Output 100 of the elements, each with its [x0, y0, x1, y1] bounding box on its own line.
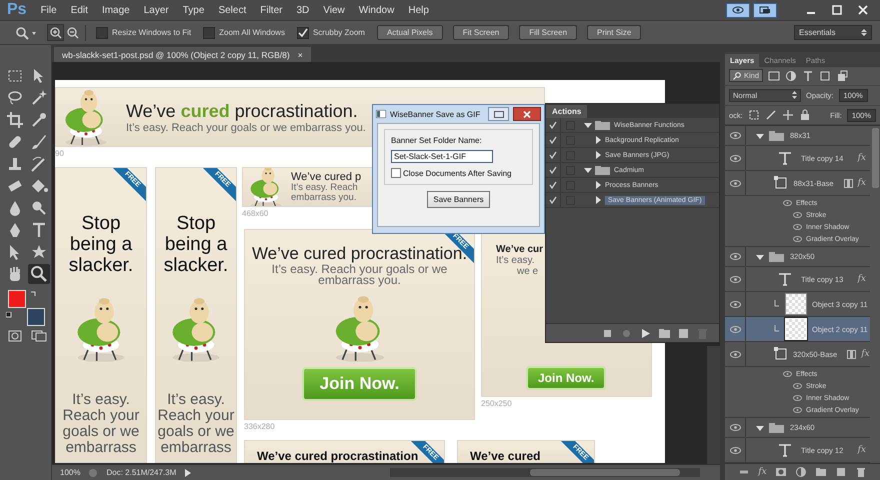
workspace-dropdown[interactable]: Essentials [794, 25, 872, 40]
expanded-triangle-icon[interactable] [756, 424, 764, 432]
checkbox[interactable] [296, 26, 309, 38]
folder-icon [769, 422, 785, 433]
arrange-button[interactable] [753, 2, 777, 18]
document-tab[interactable]: wb-slackk-set1-post.psd @ 100% (Object 2 copy 11, RGB/8) × [54, 47, 311, 62]
menu-item[interactable]: Edit [70, 4, 88, 16]
menu-item[interactable]: Window [358, 4, 394, 16]
dialog-title: WiseBanner Save as GIF [390, 110, 480, 118]
menu-item[interactable]: Help [408, 4, 429, 16]
add-style-button[interactable]: fx [758, 467, 767, 478]
adjustment-icon[interactable] [794, 466, 807, 478]
eye-icon [793, 212, 802, 218]
menu-item[interactable]: Layer [144, 4, 169, 16]
foreground-color-swatch[interactable] [8, 290, 26, 308]
background-color-swatch[interactable] [27, 308, 45, 326]
swap-colors-icon[interactable] [30, 290, 38, 298]
collapsed-triangle-icon[interactable] [594, 181, 602, 189]
expanded-triangle-icon[interactable] [584, 121, 592, 129]
check-icon[interactable] [548, 195, 558, 205]
option-button[interactable]: Actual Pixels [376, 25, 443, 40]
mask-link-icon [844, 178, 853, 188]
status-icon [88, 468, 98, 478]
expanded-triangle-icon[interactable] [756, 252, 764, 261]
close-button[interactable] [512, 107, 541, 121]
stepper-icon [861, 28, 867, 37]
restore-button[interactable] [488, 107, 509, 121]
new-item-icon[interactable] [677, 326, 690, 340]
save-banners-button[interactable]: Save Banners [427, 191, 490, 208]
menu-item[interactable]: 3D [296, 4, 310, 16]
play-icon[interactable] [184, 468, 192, 478]
check-icon[interactable] [548, 135, 558, 145]
lock-icon[interactable] [798, 109, 811, 122]
lock-pixels-icon[interactable] [748, 109, 760, 122]
eye-icon [730, 180, 740, 187]
menu-item[interactable]: Type [182, 4, 204, 16]
image-filter-icon[interactable] [768, 70, 780, 82]
text-layer-icon [778, 272, 792, 286]
folder-icon[interactable] [814, 466, 827, 478]
view-mode-button[interactable] [726, 2, 750, 18]
effects-indicator: fx [858, 153, 866, 164]
new-layer-icon[interactable] [834, 466, 847, 478]
collapsed-triangle-icon[interactable] [594, 196, 602, 204]
collapsed-triangle-icon[interactable] [594, 151, 602, 159]
tool-button[interactable] [4, 110, 26, 130]
zoom-in-button[interactable] [47, 24, 64, 41]
zoom-out-icon[interactable] [67, 26, 79, 38]
banner-subline: It’s easy. Reach your goals or we embarrass [62, 392, 140, 456]
collapsed-triangle-icon[interactable] [594, 136, 602, 144]
default-colors-icon[interactable] [6, 312, 14, 320]
menu-item[interactable]: Filter [260, 4, 282, 16]
expanded-triangle-icon[interactable] [756, 132, 764, 140]
zoom-icon[interactable] [15, 26, 29, 40]
expanded-triangle-icon[interactable] [584, 166, 592, 174]
lock-position-icon[interactable] [782, 109, 794, 122]
banner-headline: We’ve cured p [291, 171, 362, 183]
type-filter-icon[interactable] [802, 70, 814, 82]
eye-icon [730, 446, 740, 454]
quick-mask-icon[interactable] [8, 330, 22, 342]
check-icon[interactable] [548, 180, 558, 190]
check-icon[interactable] [548, 165, 558, 175]
menu-item[interactable]: Image [102, 4, 130, 16]
close-icon [522, 110, 531, 118]
tool-button[interactable] [28, 264, 50, 284]
screen-mode-icon[interactable] [31, 330, 47, 342]
smart-object-filter-icon[interactable] [836, 70, 848, 82]
check-icon[interactable] [548, 150, 558, 160]
panel-tab[interactable]: Actions [546, 105, 588, 118]
banner-subline: It’s easy. [496, 255, 535, 266]
option-button[interactable]: Print Size [587, 25, 642, 40]
text-layer-icon [778, 151, 792, 166]
banner-subline: embarrass you. [291, 193, 358, 203]
tab-close-button[interactable]: × [298, 50, 303, 60]
checkbox[interactable] [203, 26, 216, 38]
shape-filter-icon[interactable] [819, 70, 832, 82]
option-button[interactable]: Fill Screen [519, 25, 578, 40]
eye-icon [730, 154, 740, 162]
eye-icon [783, 371, 792, 378]
lock-paint-icon[interactable] [764, 109, 777, 122]
effects-indicator: fx [861, 349, 870, 360]
menu-item[interactable]: View [323, 4, 345, 16]
folder-icon[interactable] [658, 326, 671, 340]
checkbox[interactable] [96, 26, 108, 38]
trash-icon[interactable] [854, 466, 867, 478]
checkbox[interactable] [391, 168, 401, 178]
layers-scrollbar[interactable] [872, 128, 879, 188]
option-button[interactable]: Fit Screen [452, 25, 510, 40]
play-icon[interactable] [639, 326, 652, 340]
menu-item[interactable]: File [40, 4, 57, 16]
horizontal-scrollbar[interactable] [390, 468, 700, 477]
size-label: 468x60 [242, 209, 268, 218]
check-icon[interactable] [548, 120, 558, 130]
adjustment-filter-icon[interactable] [785, 70, 798, 82]
eye-icon [730, 132, 740, 140]
mask-icon[interactable] [774, 466, 787, 478]
vertical-scrollbar[interactable] [707, 346, 720, 464]
eye-icon [793, 395, 802, 402]
folder-name-field[interactable]: Set-Slack-Set-1-GIF [391, 150, 493, 163]
menu-item[interactable]: Select [218, 4, 246, 16]
checkbox-label: Resize Windows to Fit [112, 28, 192, 37]
